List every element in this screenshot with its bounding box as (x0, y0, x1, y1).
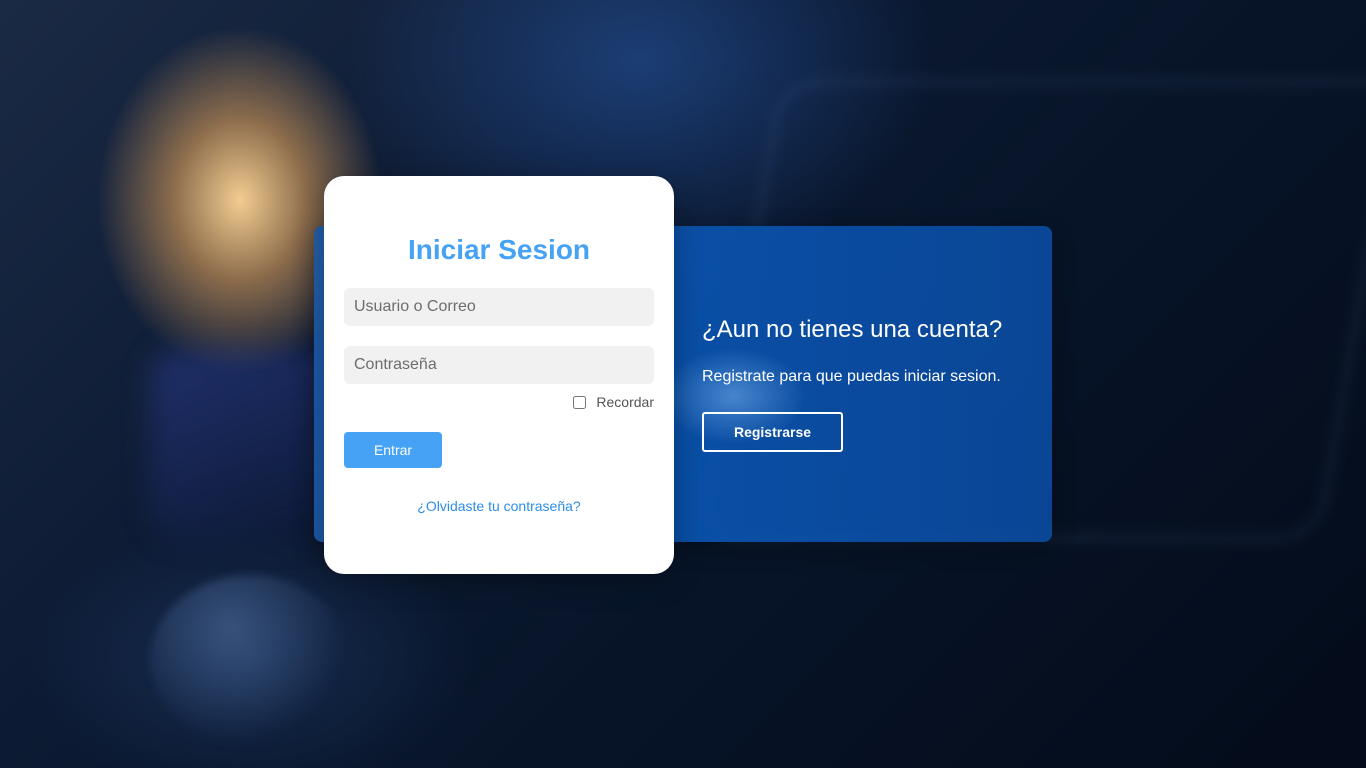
register-title: ¿Aun no tienes una cuenta? (702, 316, 1003, 343)
remember-label: Recordar (596, 394, 654, 410)
register-text: Registrate para que puedas iniciar sesio… (702, 368, 1001, 385)
background-mouse (150, 575, 350, 745)
register-button[interactable]: Registrarse (702, 412, 843, 452)
username-input[interactable] (344, 288, 654, 326)
remember-option[interactable]: Recordar (573, 394, 654, 410)
register-info: ¿Aun no tienes una cuenta? Registrate pa… (702, 316, 1032, 387)
login-button[interactable]: Entrar (344, 432, 442, 468)
password-input[interactable] (344, 346, 654, 384)
login-card: Iniciar Sesion Recordar Entrar ¿Olvidast… (324, 176, 674, 574)
forgot-password-link[interactable]: ¿Olvidaste tu contraseña? (324, 498, 674, 514)
remember-checkbox[interactable] (573, 395, 587, 409)
login-title: Iniciar Sesion (407, 234, 591, 265)
